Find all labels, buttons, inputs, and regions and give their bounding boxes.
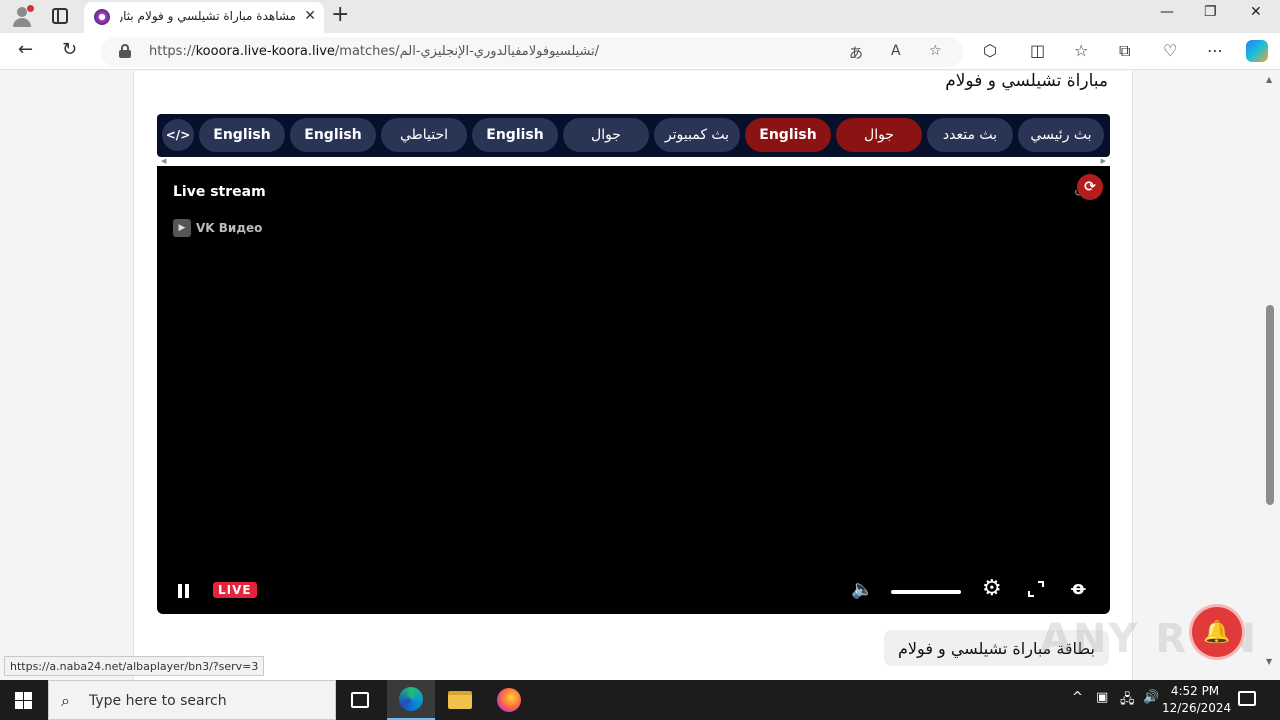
file-explorer-icon (448, 691, 472, 709)
page-viewport: مباراة تشيلسي و فولام </> English Englis… (0, 71, 1262, 680)
clock-date: 12/26/2024 (1162, 701, 1232, 715)
task-view-button[interactable] (336, 680, 384, 720)
scroll-left-icon[interactable]: ◀ (161, 157, 166, 165)
server-selector-bar: </> English English احتياطي English جوال… (157, 114, 1110, 157)
url-host: kooora.live-koora.live (195, 44, 335, 59)
server-button-english-3[interactable]: English (290, 118, 376, 152)
odnoklassniki-icon[interactable]: ꝋ (1071, 578, 1086, 599)
close-window-icon[interactable]: ✕ (1250, 4, 1262, 20)
taskbar-search-box[interactable]: ⌕ Type here to search (48, 680, 336, 720)
server-button-english-1[interactable]: English (745, 118, 831, 152)
more-menu-icon[interactable]: ⋯ (1207, 41, 1223, 61)
taskbar-edge-button[interactable] (387, 680, 435, 720)
browser-tab-bar: مشاهدة مباراة تشيلسي و فولام بثار ✕ + — … (0, 0, 1280, 33)
device-icon[interactable]: ▣ (1096, 690, 1108, 705)
video-player[interactable]: Live stream ▶ VK Видео ↺ ⟳ LIVE 🔈 ⚙ ꝋ (157, 166, 1110, 614)
windows-taskbar: ⌕ Type here to search ^ ▣ 🖧 🔊 4:52 PM 12… (0, 680, 1280, 720)
page-content: مباراة تشيلسي و فولام </> English Englis… (133, 71, 1133, 680)
live-badge[interactable]: LIVE (213, 582, 257, 598)
collections-icon[interactable]: ⧉ (1119, 41, 1130, 61)
favorites-icon[interactable]: ☆ (1074, 41, 1088, 61)
taskbar-explorer-button[interactable] (436, 680, 484, 720)
tab-actions-icon[interactable] (52, 8, 68, 24)
translate-icon[interactable]: あ (849, 43, 863, 63)
search-icon: ⌕ (61, 691, 70, 710)
server-button-english-4[interactable]: English (199, 118, 285, 152)
windows-start-icon[interactable] (15, 692, 32, 709)
status-bar-url: https://a.naba24.net/albaplayer/bn3/?ser… (4, 656, 265, 676)
browser-toolbar: ← ↻ https://kooora.live-koora.live/match… (0, 33, 1280, 70)
split-screen-icon[interactable]: ◫ (1030, 41, 1045, 61)
volume-icon[interactable]: 🔈 (851, 580, 873, 600)
minimize-icon[interactable]: — (1160, 4, 1174, 20)
notification-bell-icon[interactable]: 🔔 (1192, 607, 1242, 657)
read-aloud-icon[interactable]: A (891, 43, 901, 59)
action-center-icon[interactable] (1238, 691, 1256, 706)
task-view-icon (351, 692, 369, 708)
site-favicon-icon (94, 9, 110, 25)
server-bar-scrollbar[interactable]: ◀ ▶ (157, 157, 1110, 165)
settings-gear-icon[interactable]: ⚙ (982, 577, 1002, 601)
server-button-english-2[interactable]: English (472, 118, 558, 152)
reload-stream-icon[interactable]: ⟳ (1077, 174, 1103, 200)
extensions-icon[interactable]: ⬡ (983, 41, 997, 61)
server-button-computer[interactable]: بث كمبيوتر (654, 118, 740, 152)
lock-icon[interactable] (119, 44, 131, 58)
show-hidden-icons-chevron-icon[interactable]: ^ (1072, 690, 1083, 705)
scroll-right-icon[interactable]: ▶ (1101, 157, 1106, 165)
refresh-icon[interactable]: ↻ (62, 39, 77, 61)
page-heading: مباراة تشيلسي و فولام (945, 71, 1108, 91)
browser-tab-active[interactable]: مشاهدة مباراة تشيلسي و فولام بثار ✕ (84, 2, 324, 33)
new-tab-icon[interactable]: + (331, 4, 349, 26)
network-icon[interactable]: 🖧 (1120, 690, 1135, 712)
profile-icon[interactable] (11, 5, 34, 27)
url-text[interactable]: https://kooora.live-koora.live/matches/ت… (149, 44, 599, 59)
server-button-mobile-2[interactable]: جوال (563, 118, 649, 152)
volume-slider[interactable] (891, 590, 961, 594)
clock-time: 4:52 PM (1170, 684, 1220, 698)
stream-source[interactable]: VK Видео (196, 221, 262, 235)
server-button-backup[interactable]: احتياطي (381, 118, 467, 152)
back-icon[interactable]: ← (18, 39, 33, 61)
embed-code-icon[interactable]: </> (162, 119, 194, 151)
server-button-mobile-1[interactable]: جوال (836, 118, 922, 152)
page-scrollbar[interactable]: ▲ ▼ (1262, 71, 1280, 680)
address-bar[interactable]: https://kooora.live-koora.live/matches/ت… (101, 37, 963, 67)
browser-essentials-icon[interactable]: ♡ (1163, 41, 1177, 61)
scrollbar-thumb[interactable] (1266, 305, 1274, 505)
edge-icon (399, 687, 423, 711)
restore-icon[interactable]: ❐ (1204, 4, 1217, 20)
url-path: /matches/تشيلسيوفولامفيالدوري-الإنجليزي-… (334, 44, 600, 59)
tab-title: مشاهدة مباراة تشيلسي و فولام بثار (120, 9, 296, 23)
server-button-main[interactable]: بث رئيسي (1018, 118, 1104, 152)
pause-icon[interactable] (177, 584, 191, 598)
copilot-icon[interactable] (1246, 40, 1268, 62)
stream-title: Live stream (173, 184, 266, 200)
speaker-icon[interactable]: 🔊 (1143, 690, 1159, 705)
url-scheme: https:// (149, 44, 196, 59)
vk-video-logo-icon: ▶ (173, 219, 191, 237)
taskbar-firefox-button[interactable] (485, 680, 533, 720)
scroll-up-icon[interactable]: ▲ (1266, 75, 1272, 84)
taskbar-search-placeholder: Type here to search (89, 693, 227, 709)
close-tab-icon[interactable]: ✕ (304, 8, 316, 24)
server-button-multi[interactable]: بث متعدد (927, 118, 1013, 152)
scroll-down-icon[interactable]: ▼ (1266, 657, 1272, 666)
taskbar-clock[interactable]: 4:52 PM 12/26/2024 (1162, 683, 1232, 717)
fullscreen-icon[interactable] (1028, 581, 1044, 597)
favorite-star-icon[interactable]: ☆ (929, 43, 942, 59)
firefox-icon (497, 688, 521, 712)
